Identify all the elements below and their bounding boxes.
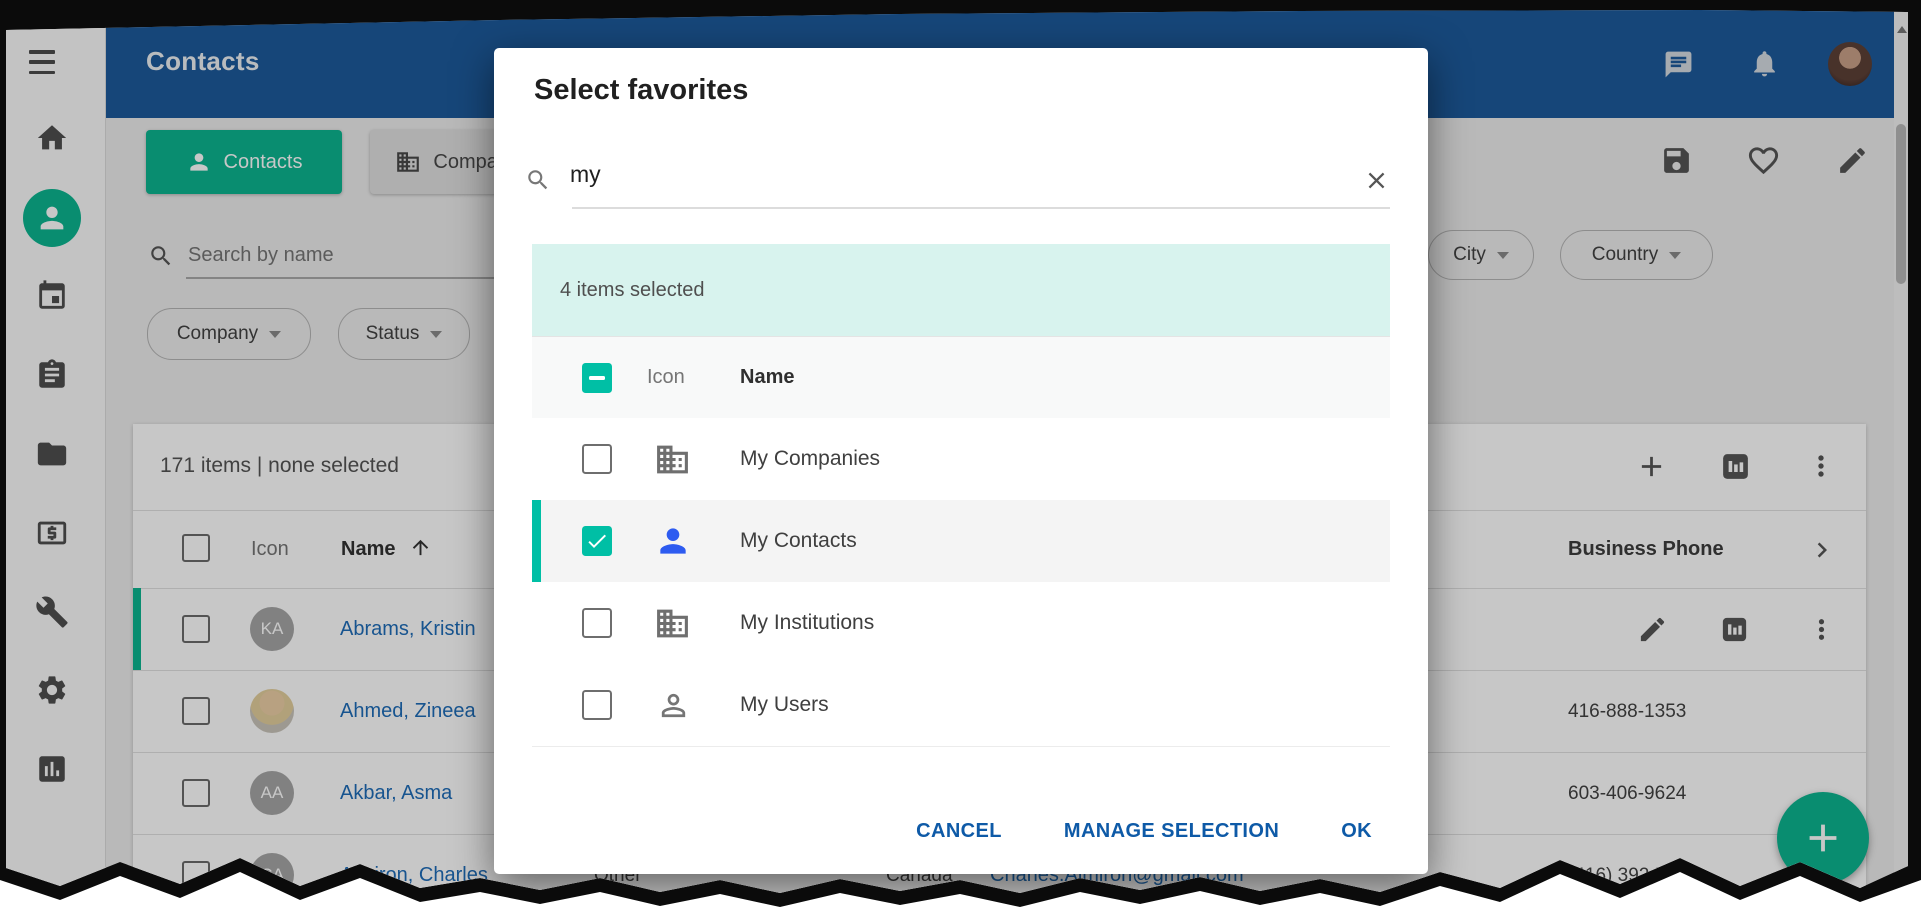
favorite-name: My Users	[740, 693, 829, 717]
row-checkbox[interactable]	[582, 608, 612, 638]
screenshot-stage: Contacts	[0, 0, 1921, 924]
row-checkbox[interactable]	[582, 444, 612, 474]
selection-banner: 4 items selected	[532, 244, 1390, 336]
dialog-title: Select favorites	[534, 74, 748, 107]
dialog-actions: CANCEL MANAGE SELECTION OK	[494, 810, 1374, 853]
cancel-button[interactable]: CANCEL	[914, 810, 1004, 853]
check-icon	[585, 529, 609, 553]
favorite-name: My Companies	[740, 447, 880, 471]
search-underline	[572, 207, 1390, 209]
favorites-row-my-users[interactable]: My Users	[532, 664, 1390, 747]
favorites-search-input[interactable]	[568, 160, 1112, 189]
favorites-row-my-institutions[interactable]: My Institutions	[532, 582, 1390, 665]
manage-selection-button[interactable]: MANAGE SELECTION	[1062, 810, 1281, 853]
column-header-icon: Icon	[647, 366, 685, 389]
selection-banner-text: 4 items selected	[560, 279, 705, 302]
row-checkbox[interactable]	[582, 690, 612, 720]
company-icon	[654, 441, 691, 478]
app-window: Contacts	[0, 0, 1921, 924]
user-outline-icon	[656, 688, 691, 723]
favorite-name: My Institutions	[740, 611, 874, 635]
select-all-checkbox-indeterminate[interactable]	[582, 363, 612, 393]
column-header-name: Name	[740, 366, 794, 389]
favorites-header-row: Icon Name	[532, 336, 1390, 420]
row-checkbox-checked[interactable]	[582, 526, 612, 556]
search-icon	[525, 167, 551, 193]
favorites-row-my-contacts[interactable]: My Contacts	[532, 500, 1390, 583]
minus-icon	[589, 376, 605, 380]
select-favorites-dialog: Select favorites 4 items selected Icon N…	[494, 48, 1428, 874]
institution-icon	[654, 605, 691, 642]
clear-search-x-icon[interactable]	[1363, 167, 1390, 194]
favorite-name: My Contacts	[740, 529, 857, 553]
contact-icon	[654, 522, 692, 560]
selected-row-indicator	[532, 500, 541, 582]
ok-button[interactable]: OK	[1339, 810, 1374, 853]
favorites-row-my-companies[interactable]: My Companies	[532, 418, 1390, 501]
